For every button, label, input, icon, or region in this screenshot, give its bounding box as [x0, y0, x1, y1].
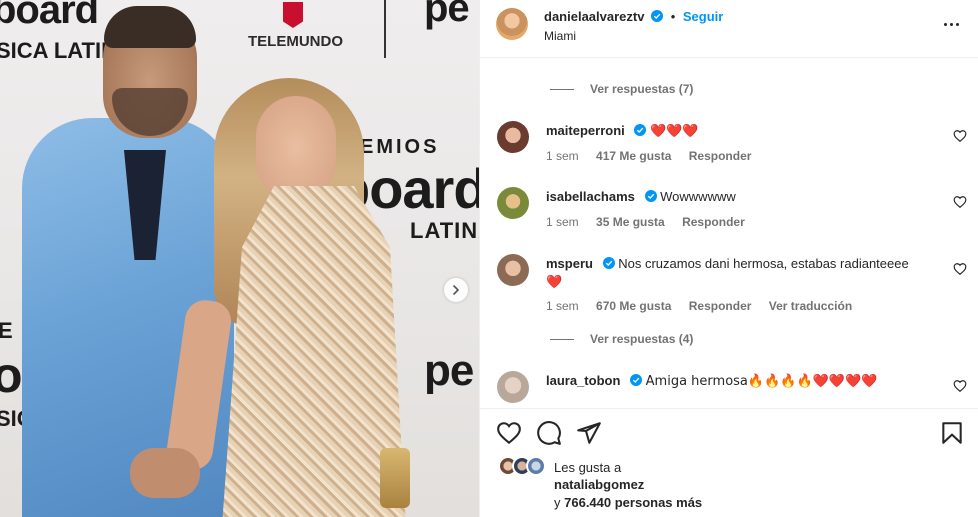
man-hair [104, 6, 196, 48]
backdrop-divider [384, 0, 386, 58]
commenter-avatar[interactable] [497, 371, 529, 403]
comment-body: maiteperroni ❤️❤️❤️ [546, 122, 926, 141]
share-send-icon[interactable] [576, 420, 602, 446]
commenter-avatar[interactable] [497, 187, 529, 219]
next-photo-button[interactable] [444, 278, 468, 302]
reply-button[interactable]: Responder [682, 215, 745, 229]
author-line: danielaalvareztv • Seguir [544, 9, 723, 24]
backdrop-text: pe [424, 346, 474, 395]
verified-badge-icon [602, 257, 615, 269]
verified-badge-icon [644, 190, 657, 202]
like-comment-icon[interactable] [953, 262, 967, 276]
telemundo-logo [283, 2, 303, 28]
author-username[interactable]: danielaalvareztv [544, 9, 644, 24]
comment-meta: 1 sem 670 Me gusta Responder Ver traducc… [546, 299, 866, 313]
reply-button[interactable]: Responder [689, 299, 752, 313]
comment-text: Amiga hermosa🔥🔥🔥🔥❤️❤️❤️❤️ [645, 374, 878, 389]
comments-list[interactable]: Ver respuestas (7) maiteperroni ❤️❤️❤️ 1… [480, 58, 978, 408]
view-replies-button[interactable]: Ver respuestas (7) [550, 82, 693, 96]
comment-body: msperu Nos cruzamos dani hermosa, estaba… [546, 255, 926, 292]
post-side-panel: danielaalvareztv • Seguir Miami Ver resp… [479, 0, 978, 517]
comment-text: Wowwwwww [660, 189, 736, 204]
comment-time[interactable]: 1 sem [546, 299, 579, 313]
chevron-right-icon [453, 285, 460, 295]
verified-badge-icon [651, 10, 664, 22]
comment-body: isabellachams Wowwwwww [546, 188, 926, 206]
commenter-avatar[interactable] [497, 254, 529, 286]
like-comment-icon[interactable] [953, 129, 967, 143]
commenter-username[interactable]: maiteperroni [546, 123, 625, 138]
commenter-username[interactable]: msperu [546, 256, 593, 271]
comment-body: laura_tobon Amiga hermosa🔥🔥🔥🔥❤️❤️❤️❤️ [546, 372, 926, 391]
view-replies-label: Ver respuestas (4) [590, 332, 694, 346]
follow-button[interactable]: Seguir [683, 9, 723, 24]
post-photo[interactable]: board SICA LATINA TELEMUNDO pe EMIOS boa… [0, 0, 479, 517]
commenter-avatar[interactable] [497, 121, 529, 153]
like-comment-icon[interactable] [953, 195, 967, 209]
liked-by-others: y 766.440 personas más [554, 495, 702, 510]
reply-button[interactable]: Responder [689, 149, 752, 163]
comment-bubble-icon[interactable] [536, 420, 562, 446]
author-avatar[interactable] [496, 8, 528, 40]
liked-by-avatars[interactable] [498, 456, 546, 476]
verified-badge-icon [630, 374, 643, 386]
post-actions-bar [480, 408, 978, 456]
separator-dot: • [670, 9, 676, 24]
replies-line [550, 338, 574, 340]
clutch-bag [380, 448, 410, 508]
backdrop-text: pe [424, 0, 470, 30]
comment-likes[interactable]: 417 Me gusta [596, 149, 671, 163]
woman-face [256, 96, 336, 200]
view-replies-label: Ver respuestas (7) [590, 82, 694, 96]
like-comment-icon[interactable] [953, 379, 967, 393]
comment-meta: 1 sem 35 Me gusta Responder [546, 215, 759, 229]
backdrop-text: LATINA [410, 218, 479, 243]
comment-likes[interactable]: 670 Me gusta [596, 299, 671, 313]
see-translation-button[interactable]: Ver traducción [769, 299, 852, 313]
replies-line [550, 88, 574, 90]
comment-time[interactable]: 1 sem [546, 215, 579, 229]
backdrop-text: TELEMUNDO [248, 33, 343, 50]
comment-likes[interactable]: 35 Me gusta [596, 215, 665, 229]
comment-text: Nos cruzamos dani hermosa, estabas radia… [618, 256, 909, 271]
post-location[interactable]: Miami [544, 29, 576, 43]
commenter-username[interactable]: laura_tobon [546, 373, 620, 388]
commenter-username[interactable]: isabellachams [546, 189, 635, 204]
like-heart-icon[interactable] [496, 420, 522, 446]
comment-meta: 1 sem 417 Me gusta Responder [546, 149, 765, 163]
holding-hands [130, 448, 200, 498]
verified-badge-icon [634, 124, 647, 136]
backdrop-text: board [0, 0, 99, 32]
liked-by-connector: y [554, 495, 561, 510]
comment-text: ❤️❤️❤️ [650, 124, 699, 139]
comment-text-heart: ❤️ [546, 275, 563, 290]
more-options-icon[interactable] [939, 14, 963, 34]
liked-by-username[interactable]: nataliabgomez [554, 477, 644, 492]
comment-time[interactable]: 1 sem [546, 149, 579, 163]
liker-avatar [526, 456, 546, 476]
view-replies-button[interactable]: Ver respuestas (4) [550, 332, 693, 346]
bookmark-save-icon[interactable] [939, 420, 965, 446]
liked-by-label: Les gusta a [554, 460, 622, 475]
liked-by-count[interactable]: 766.440 personas más [564, 495, 702, 510]
post-header: danielaalvareztv • Seguir Miami [480, 0, 978, 58]
